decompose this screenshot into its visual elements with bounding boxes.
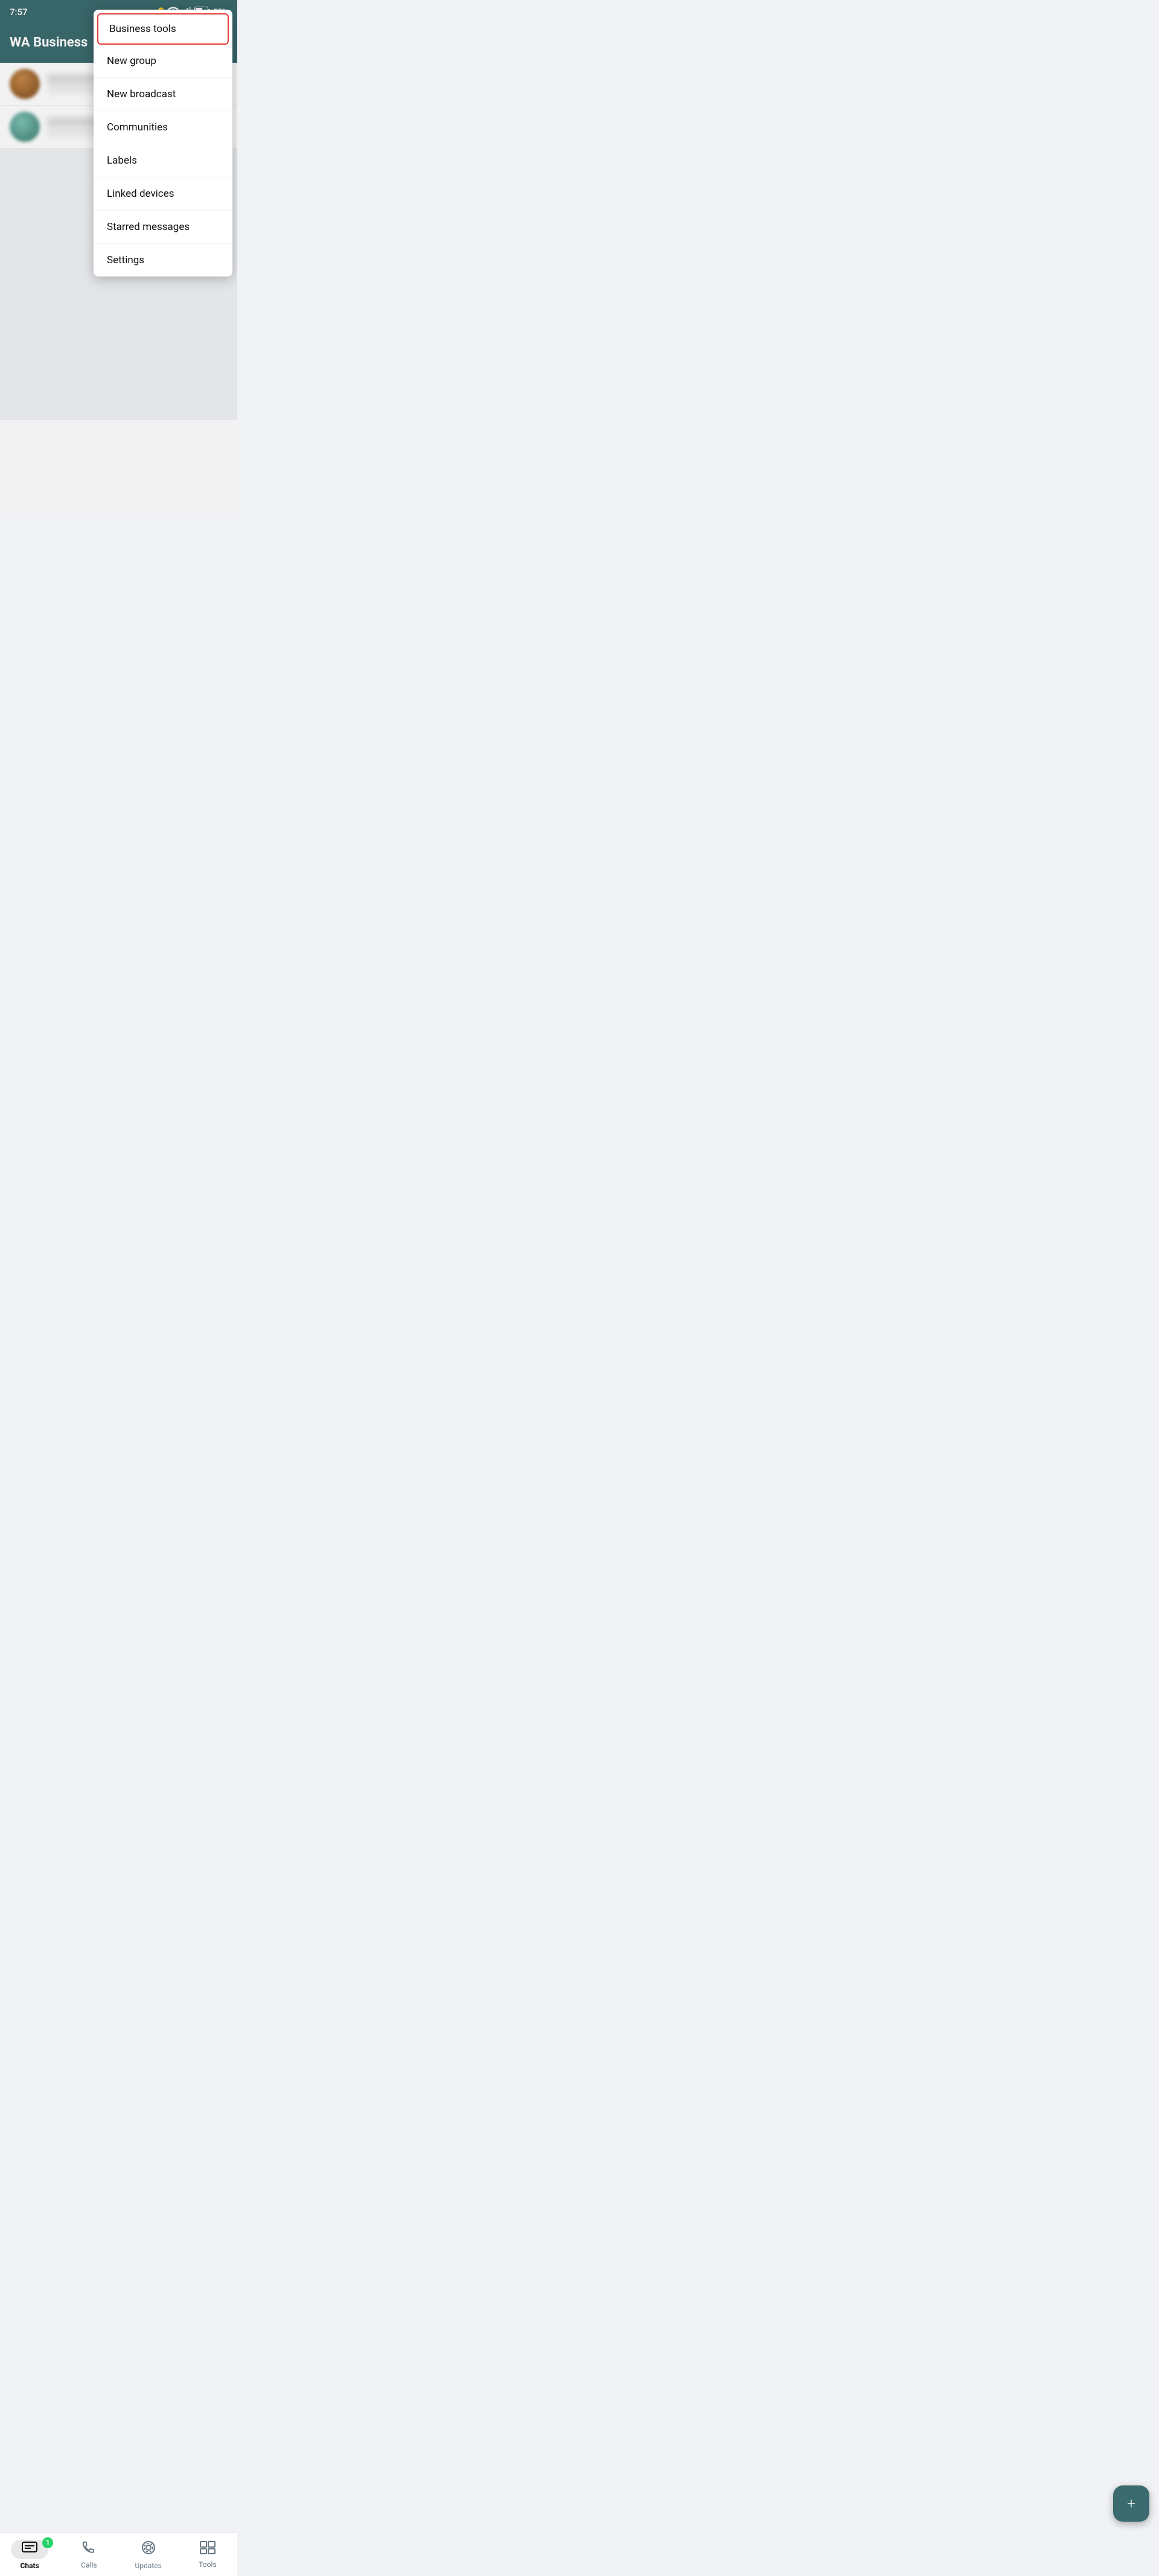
dropdown-menu: Business tools New group New broadcast C…: [94, 10, 232, 276]
dropdown-item-linked-devices[interactable]: Linked devices: [94, 177, 232, 211]
dropdown-item-communities[interactable]: Communities: [94, 111, 232, 144]
dropdown-item-labels[interactable]: Labels: [94, 144, 232, 177]
dropdown-item-business-tools[interactable]: Business tools: [97, 13, 229, 45]
dropdown-item-settings[interactable]: Settings: [94, 244, 232, 276]
dropdown-item-new-broadcast[interactable]: New broadcast: [94, 78, 232, 111]
dropdown-item-new-group[interactable]: New group: [94, 45, 232, 78]
dropdown-item-starred-messages[interactable]: Starred messages: [94, 211, 232, 244]
